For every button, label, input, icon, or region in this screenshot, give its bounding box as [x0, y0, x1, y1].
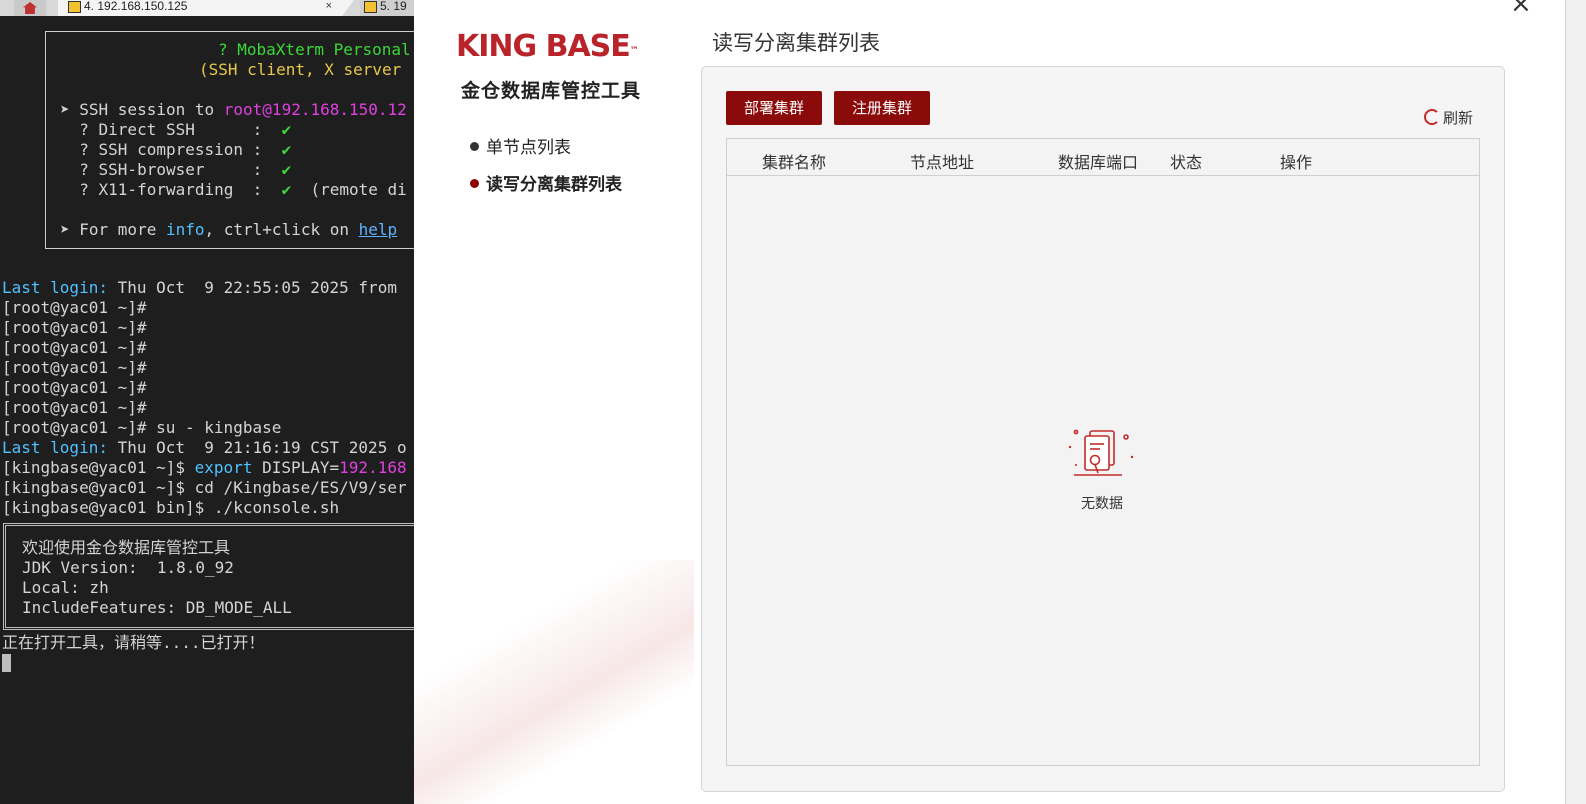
last-login-label: Last login:	[2, 278, 108, 297]
run-command-line: [kingbase@yac01 bin]$ ./kconsole.sh	[2, 498, 340, 517]
export-keyword: export	[194, 458, 253, 477]
column-header-cluster-name[interactable]: 集群名称	[762, 149, 826, 173]
nav-item-label: 读写分离集群列表	[486, 175, 622, 195]
info-word: info	[165, 220, 205, 239]
info-mid: , ctrl+click on	[204, 220, 359, 239]
window-edge	[1543, 0, 1566, 804]
nav-item-rw-cluster-list[interactable]: 读写分离集群列表	[470, 170, 622, 195]
export-value: 192.168	[339, 458, 407, 477]
nav-item-single-node-list[interactable]: 单节点列表	[470, 133, 571, 158]
terminal-session-icon	[68, 1, 81, 13]
column-header-db-port[interactable]: 数据库端口	[1058, 149, 1138, 173]
empty-state: 无数据	[1057, 425, 1147, 513]
last-login-rest: Thu Oct 9 22:55:05 2025 from	[107, 278, 397, 297]
tab-close-icon[interactable]: ×	[326, 0, 332, 12]
kconsole-jdk: JDK Version: 1.8.0_92	[22, 558, 234, 577]
info-prefix: ➤ For more	[60, 220, 166, 239]
x11-label: ? X11-forwarding :	[60, 180, 282, 199]
table-header: 集群名称 节点地址 数据库端口 状态 操作	[727, 139, 1479, 176]
cd-command-line: [kingbase@yac01 ~]$ cd /Kingbase/ES/V9/s…	[2, 478, 407, 497]
app-subtitle: 金仓数据库管控工具	[461, 80, 642, 102]
check-icon: ✔	[281, 180, 292, 199]
terminal-session-icon	[364, 1, 377, 13]
su-command-line: [root@yac01 ~]# su - kingbase	[2, 418, 282, 437]
export-var: DISPLAY=	[252, 458, 340, 477]
ssh-host: root@192.168.150.12	[223, 100, 407, 119]
no-data-icon	[1068, 429, 1134, 476]
last-login-rest: Thu Oct 9 21:16:19 CST 2025 o	[107, 438, 407, 457]
session-tab-4[interactable]: 4. 192.168.150.125 ×	[58, 0, 354, 16]
compression-line: ? SSH compression : ✔	[60, 140, 291, 160]
close-icon[interactable]: ×	[1510, 0, 1532, 17]
export-command-line: [kingbase@yac01 ~]$ export DISPLAY=192.1…	[2, 458, 407, 478]
kingbase-console-window: KING BASE™ 金仓数据库管控工具 单节点列表 读写分离集群列表 读写分离…	[414, 0, 1543, 804]
deploy-cluster-button[interactable]: 部署集群	[726, 91, 822, 125]
column-header-status[interactable]: 状态	[1170, 149, 1202, 173]
kconsole-local: Local: zh	[22, 578, 109, 597]
browser-label: ? SSH-browser :	[60, 160, 282, 179]
prompt-line: [root@yac01 ~]#	[2, 378, 147, 397]
register-cluster-button[interactable]: 注册集群	[834, 91, 930, 125]
check-icon: ✔	[281, 140, 292, 159]
check-icon: ✔	[281, 160, 292, 179]
last-login-line: Last login: Thu Oct 9 21:16:19 CST 2025 …	[2, 438, 407, 458]
direct-ssh-label: ? Direct SSH :	[60, 120, 282, 139]
page-title: 读写分离集群列表	[712, 31, 880, 55]
prompt-line: [root@yac01 ~]#	[2, 358, 147, 377]
terminal-cursor	[2, 654, 11, 672]
bullet-icon	[470, 141, 479, 151]
welcome-line2: (SSH client, X server	[199, 60, 402, 79]
more-info-line: ➤ For more info, ctrl+click on help	[60, 220, 397, 240]
logo-text: KING BASE	[456, 29, 631, 64]
empty-state-text: 无数据	[1081, 496, 1123, 512]
cluster-list-panel: 部署集群 注册集群 刷新 集群名称 节点地址 数据库端口 状态 操作 无数据	[701, 66, 1505, 792]
refresh-button[interactable]: 刷新	[1424, 107, 1473, 128]
prompt-line: [root@yac01 ~]#	[2, 338, 147, 357]
welcome-line1: ? MobaXterm Personal	[218, 40, 411, 59]
kconsole-features: IncludeFeatures: DB_MODE_ALL	[22, 598, 292, 617]
mobaxterm-welcome-box: ? MobaXterm Personal (SSH client, X serv…	[45, 31, 414, 249]
ssh-session-prefix: ➤ SSH session to	[60, 100, 224, 119]
prompt-line: [root@yac01 ~]#	[2, 298, 147, 317]
logo-trademark: ™	[629, 46, 639, 56]
kb-prompt: [kingbase@yac01 ~]$	[2, 458, 195, 477]
terminal-output[interactable]: ? MobaXterm Personal (SSH client, X serv…	[0, 16, 414, 804]
browser-line: ? SSH-browser : ✔	[60, 160, 291, 180]
help-link[interactable]: help	[359, 220, 398, 239]
refresh-icon	[1424, 108, 1440, 125]
column-header-node-address[interactable]: 节点地址	[910, 149, 974, 173]
nav-item-label: 单节点列表	[486, 138, 571, 158]
x11-line: ? X11-forwarding : ✔ (remote di	[60, 180, 407, 200]
ssh-session-line: ➤ SSH session to root@192.168.150.12	[60, 100, 407, 120]
kconsole-welcome: 欢迎使用金仓数据库管控工具	[22, 538, 231, 557]
session-tab-5-label: 5. 19	[380, 0, 407, 13]
refresh-label: 刷新	[1443, 109, 1474, 127]
background-decoration	[414, 560, 694, 804]
x11-suffix: (remote di	[291, 180, 407, 199]
opening-status-line: 正在打开工具，请稍等....已打开！	[2, 633, 265, 652]
session-tab-4-label: 4. 192.168.150.125	[84, 0, 188, 13]
background-window-edge	[1543, 0, 1586, 804]
column-header-actions[interactable]: 操作	[1280, 149, 1312, 173]
prompt-line: [root@yac01 ~]#	[2, 318, 147, 337]
cluster-table: 集群名称 节点地址 数据库端口 状态 操作 无数据	[726, 138, 1480, 766]
home-tab[interactable]	[14, 0, 46, 16]
bullet-icon	[470, 178, 479, 188]
last-login-line: Last login: Thu Oct 9 22:55:05 2025 from	[2, 278, 397, 298]
kconsole-info-box: 欢迎使用金仓数据库管控工具 JDK Version: 1.8.0_92 Loca…	[3, 523, 414, 630]
last-login-label: Last login:	[2, 438, 108, 457]
home-icon	[23, 2, 37, 14]
kingbase-logo: KING BASE™	[456, 30, 639, 64]
direct-ssh-line: ? Direct SSH : ✔	[60, 120, 291, 140]
prompt-line: [root@yac01 ~]#	[2, 398, 147, 417]
terminal-tab-bar: 4. 192.168.150.125 × 5. 19	[0, 0, 430, 16]
compression-label: ? SSH compression :	[60, 140, 282, 159]
check-icon: ✔	[281, 120, 292, 139]
